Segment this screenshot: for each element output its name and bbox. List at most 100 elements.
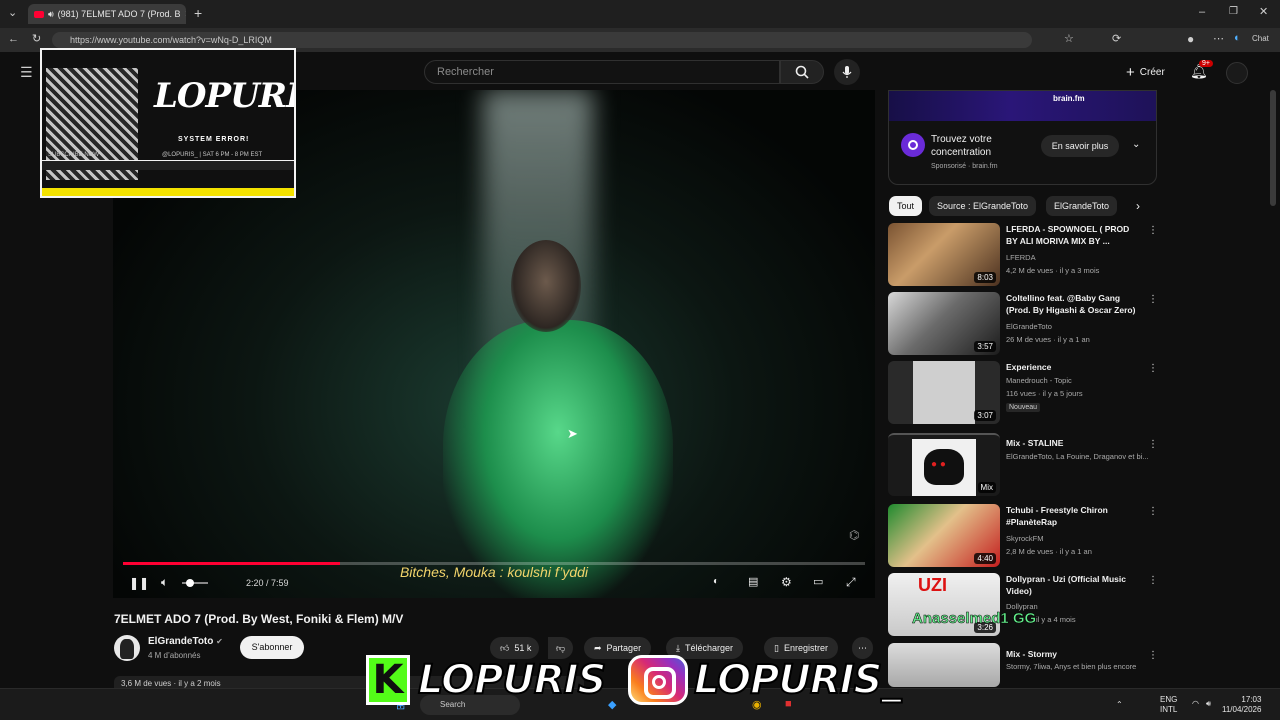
address-bar[interactable]: https://www.youtube.com/watch?v=wNq-D_LR…	[52, 32, 1032, 48]
more-options-icon[interactable]: ⋮	[1148, 575, 1158, 586]
channel-name[interactable]: ElGrandeToto ✔︎	[148, 636, 223, 647]
notification-badge: 9+	[1199, 60, 1213, 67]
pause-button[interactable]: ❚❚	[129, 577, 149, 589]
ad-learn-more-button[interactable]: En savoir plus	[1041, 135, 1119, 157]
browser-menu-icon[interactable]: ⋯	[1213, 34, 1224, 45]
window-close-icon[interactable]: ✕	[1259, 7, 1268, 18]
duration-badge: Mix	[977, 482, 996, 493]
recommendation-channel: SkyrockFM	[1006, 534, 1044, 543]
recommendation-item[interactable]: UZI 3:26 Dollypran - Uzi (Official Music…	[888, 573, 1158, 637]
chip-channel[interactable]: ElGrandeToto	[1046, 196, 1118, 216]
tab-menu-icon[interactable]: ⌄	[8, 8, 17, 19]
search-input[interactable]: Rechercher	[424, 60, 780, 84]
speaker-icon[interactable]: 🔊︎	[48, 9, 54, 20]
browser-tab-bar: ⌄ 🔊︎ (981) 7ELMET ADO 7 (Prod. B ✕ + – ❐…	[0, 0, 1280, 28]
overlay-info-band: SUBSCRIBE NOW @LOPURIS_ | SAT 6 PM - 8 P…	[42, 152, 294, 170]
wifi-icon[interactable]: ◠	[1192, 699, 1199, 708]
recommendation-title: Coltellino feat. @Baby Gang (Prod. By Hi…	[1006, 293, 1136, 315]
bookmark-icon: ▯	[774, 642, 779, 653]
more-options-icon[interactable]: ⋮	[1148, 506, 1158, 517]
youtube-favicon-icon	[34, 10, 44, 18]
subscribe-button[interactable]: S'abonner	[240, 636, 304, 659]
avatar[interactable]	[1226, 62, 1248, 84]
volume-tray-icon[interactable]: 🔊︎	[1206, 699, 1211, 709]
language-indicator[interactable]: ENG INTL	[1160, 695, 1177, 715]
recommendation-title: Mix - Stormy	[1006, 649, 1058, 659]
recommendation-item[interactable]: Mix - Stormy Stormy, 7liwa, Anys et bien…	[888, 643, 1158, 687]
fullscreen-icon[interactable]: ⤢	[846, 576, 856, 588]
download-label: Télécharger	[684, 643, 734, 653]
video-thumbnail[interactable]: 3:07	[888, 361, 1000, 424]
search-placeholder: Rechercher	[437, 66, 494, 78]
captions-icon[interactable]: ▤	[748, 577, 758, 588]
clock-date: 11/04/2026	[1222, 705, 1262, 714]
plus-icon: +	[1126, 64, 1135, 81]
volume-icon[interactable]: 🔈︎	[161, 576, 168, 588]
mix-thumbnail[interactable]: ● ● Mix	[888, 433, 1000, 496]
views-and-date: 3,6 M de vues · il y a 2 mois	[121, 679, 221, 688]
extension-icon[interactable]: ⟳	[1112, 34, 1121, 45]
tray-chevron-icon[interactable]: ⌃	[1116, 700, 1123, 709]
kick-handle: LOPURIS	[417, 656, 607, 704]
chip-all[interactable]: Tout	[889, 196, 923, 216]
recommendation-meta: 26 M de vues · il y a 1 an	[1006, 335, 1090, 344]
clock-time: 17:03	[1241, 695, 1262, 704]
video-thumbnail[interactable]: 8:03	[888, 223, 1000, 286]
notifications-button[interactable]: 🔔︎ 9+	[1190, 60, 1213, 81]
copilot-icon[interactable]: ◐	[1234, 33, 1241, 44]
overlay-subtitle: SYSTEM ERROR!	[178, 136, 250, 143]
hamburger-menu-icon[interactable]: ☰	[20, 65, 33, 79]
more-options-icon[interactable]: ⋮	[1148, 294, 1158, 305]
more-options-icon[interactable]: ⋮	[1148, 363, 1158, 374]
reload-icon[interactable]: ↻	[32, 34, 41, 45]
url-text: https://www.youtube.com/watch?v=wNq-D_LR…	[70, 35, 272, 45]
ad-title: Trouvez votre concentration	[931, 134, 992, 158]
chips-next-chevron-icon[interactable]: ›	[1136, 199, 1140, 213]
settings-gear-icon[interactable]: ⚙	[781, 576, 792, 588]
ad-brand: brain.fm	[1053, 94, 1085, 103]
more-options-icon[interactable]: ⋮	[1148, 439, 1158, 450]
mix-thumbnail[interactable]	[888, 643, 1000, 687]
theater-mode-icon[interactable]: ▭	[813, 577, 823, 588]
minimize-icon[interactable]: –	[1199, 7, 1205, 18]
ad-expand-chevron-icon[interactable]: ⌄	[1132, 139, 1140, 150]
more-options-icon[interactable]: ⋮	[1148, 225, 1158, 236]
autoplay-toggle-icon[interactable]: ◐	[713, 577, 719, 587]
voice-search-button[interactable]	[834, 59, 860, 85]
tab-close-icon[interactable]: ✕	[185, 9, 186, 20]
microphone-icon	[842, 66, 852, 78]
search-button[interactable]	[780, 60, 824, 84]
download-icon: ⤓	[676, 642, 680, 653]
recommendation-item[interactable]: 3:07 Experience Manedrouch - Topic 116 v…	[888, 361, 1158, 425]
video-thumbnail[interactable]: 3:57	[888, 292, 1000, 355]
recommendation-meta: 4,2 M de vues · il y a 3 mois	[1006, 266, 1100, 275]
chip-source[interactable]: Source : ElGrandeToto	[929, 196, 1037, 216]
channel-avatar[interactable]	[114, 635, 140, 661]
video-thumbnail[interactable]: 4:40	[888, 504, 1000, 567]
duration-badge: 3:07	[974, 410, 996, 421]
share-label: Partager	[606, 643, 642, 653]
browser-tab[interactable]: 🔊︎ (981) 7ELMET ADO 7 (Prod. B ✕	[28, 4, 186, 24]
recommendation-item[interactable]: 4:40 Tchubi - Freestyle Chiron #PlanèteR…	[888, 504, 1158, 568]
maximize-icon[interactable]: ❐	[1229, 7, 1238, 17]
instagram-logo-icon	[628, 655, 688, 705]
volume-knob[interactable]	[186, 579, 194, 587]
new-tab-icon[interactable]: +	[194, 6, 202, 20]
more-options-icon[interactable]: ⋮	[1148, 650, 1158, 661]
mouse-cursor-icon: ➤	[567, 426, 578, 441]
subscriber-count: 4 M d’abonnés	[148, 651, 201, 660]
taskbar-app-icon[interactable]: ◆	[608, 698, 616, 711]
page-scrollbar[interactable]	[1270, 90, 1276, 206]
volume-slider[interactable]	[182, 579, 208, 587]
profile-icon[interactable]: ●	[1187, 33, 1194, 45]
recommendation-item[interactable]: ● ● Mix Mix - STALINE ElGrandeToto, La F…	[888, 433, 1158, 497]
sponsored-ad-card[interactable]: brain.fm Trouvez votre concentration Spo…	[888, 90, 1157, 185]
chat-label[interactable]: Chat	[1252, 35, 1269, 43]
clock[interactable]: 17:03 11/04/2026	[1222, 695, 1261, 715]
create-button[interactable]: + Créer	[1126, 64, 1165, 81]
bookmark-star-icon[interactable]: ☆	[1064, 34, 1074, 45]
recommendation-item[interactable]: 8:03 LFERDA - SPOWNOEL ( PROD BY ALI MOR…	[888, 223, 1158, 287]
recommendation-meta: 2,8 M de vues · il y a 1 an	[1006, 547, 1092, 556]
back-icon[interactable]: ←	[8, 34, 19, 45]
recommendation-item[interactable]: 3:57 Coltellino feat. @Baby Gang (Prod. …	[888, 292, 1158, 356]
